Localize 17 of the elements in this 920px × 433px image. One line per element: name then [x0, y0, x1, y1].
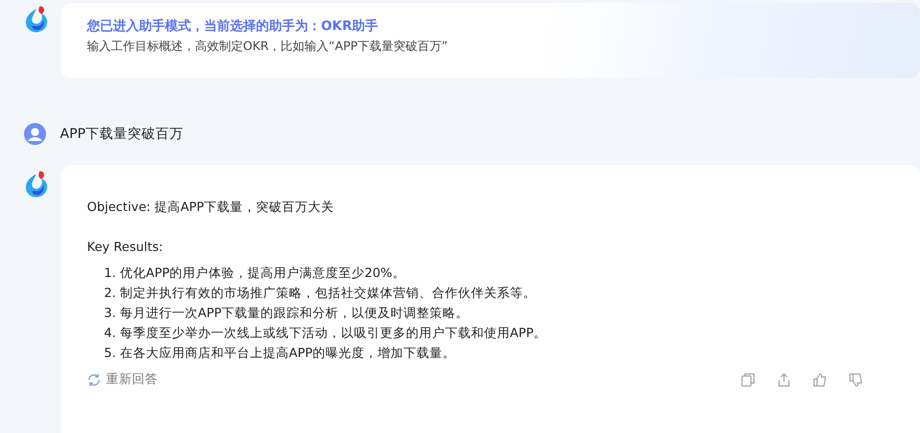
thumbs-down-icon[interactable] [848, 372, 864, 388]
avatar-icon [24, 123, 46, 145]
refresh-icon [87, 372, 101, 386]
intro-title: 您已进入助手模式，当前选择的助手为：OKR助手 [87, 18, 380, 36]
key-result-item: 1. 优化APP的用户体验，提高用户满意度至少20%。 [104, 264, 406, 282]
objective-text: Objective: 提高APP下载量，突破百万大关 [87, 198, 336, 216]
key-result-item: 4. 每季度至少举办一次线上或线下活动，以吸引更多的用户下载和使用APP。 [104, 324, 548, 342]
key-result-item: 3. 每月进行一次APP下载量的跟踪和分析，以便及时调整策略。 [104, 304, 470, 322]
share-icon[interactable] [776, 372, 792, 388]
key-result-item: 5. 在各大应用商店和平台上提高APP的曝光度，增加下载量。 [104, 344, 457, 362]
thumbs-up-icon[interactable] [812, 372, 828, 388]
copy-icon[interactable] [740, 372, 756, 388]
regenerate-button[interactable]: 重新回答 [87, 371, 158, 388]
user-message: APP下载量突破百万 [60, 125, 184, 143]
intro-hint: 输入工作目标概述，高效制定OKR，比如输入“APP下载量突破百万” [87, 38, 449, 55]
key-results-label: Key Results: [87, 238, 164, 256]
key-result-item: 2. 制定并执行有效的市场推广策略，包括社交媒体营销、合作伙伴关系等。 [104, 284, 537, 302]
